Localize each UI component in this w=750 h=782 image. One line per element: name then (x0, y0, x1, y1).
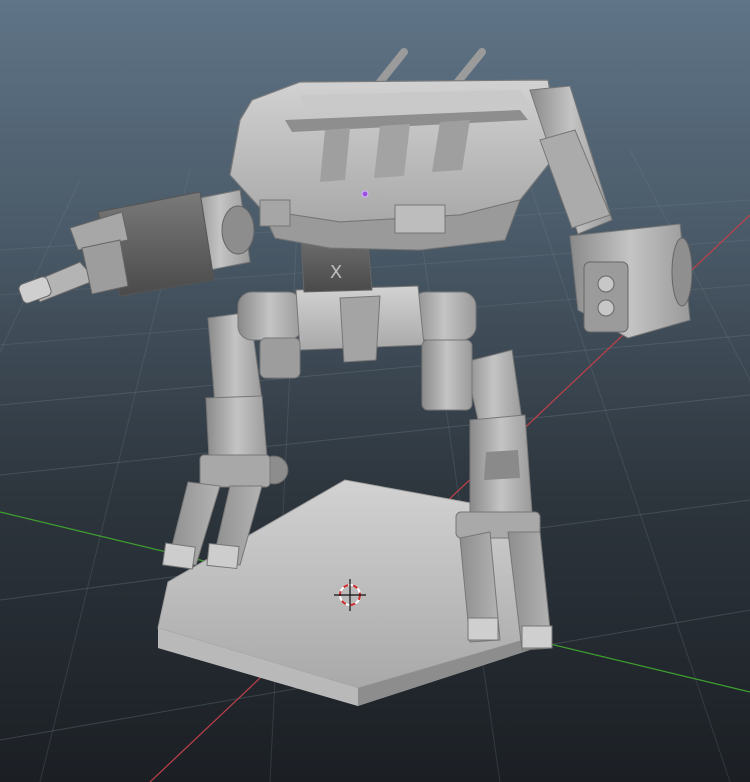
cockpit-x-emblem: X (330, 262, 342, 283)
scene-canvas[interactable]: X (0, 0, 750, 782)
3d-viewport[interactable]: X (0, 0, 750, 782)
left-cannon-arm[interactable] (17, 189, 255, 305)
selected-vertex-icon[interactable] (361, 190, 369, 198)
torso[interactable] (229, 48, 561, 251)
pelvis[interactable] (237, 285, 477, 411)
